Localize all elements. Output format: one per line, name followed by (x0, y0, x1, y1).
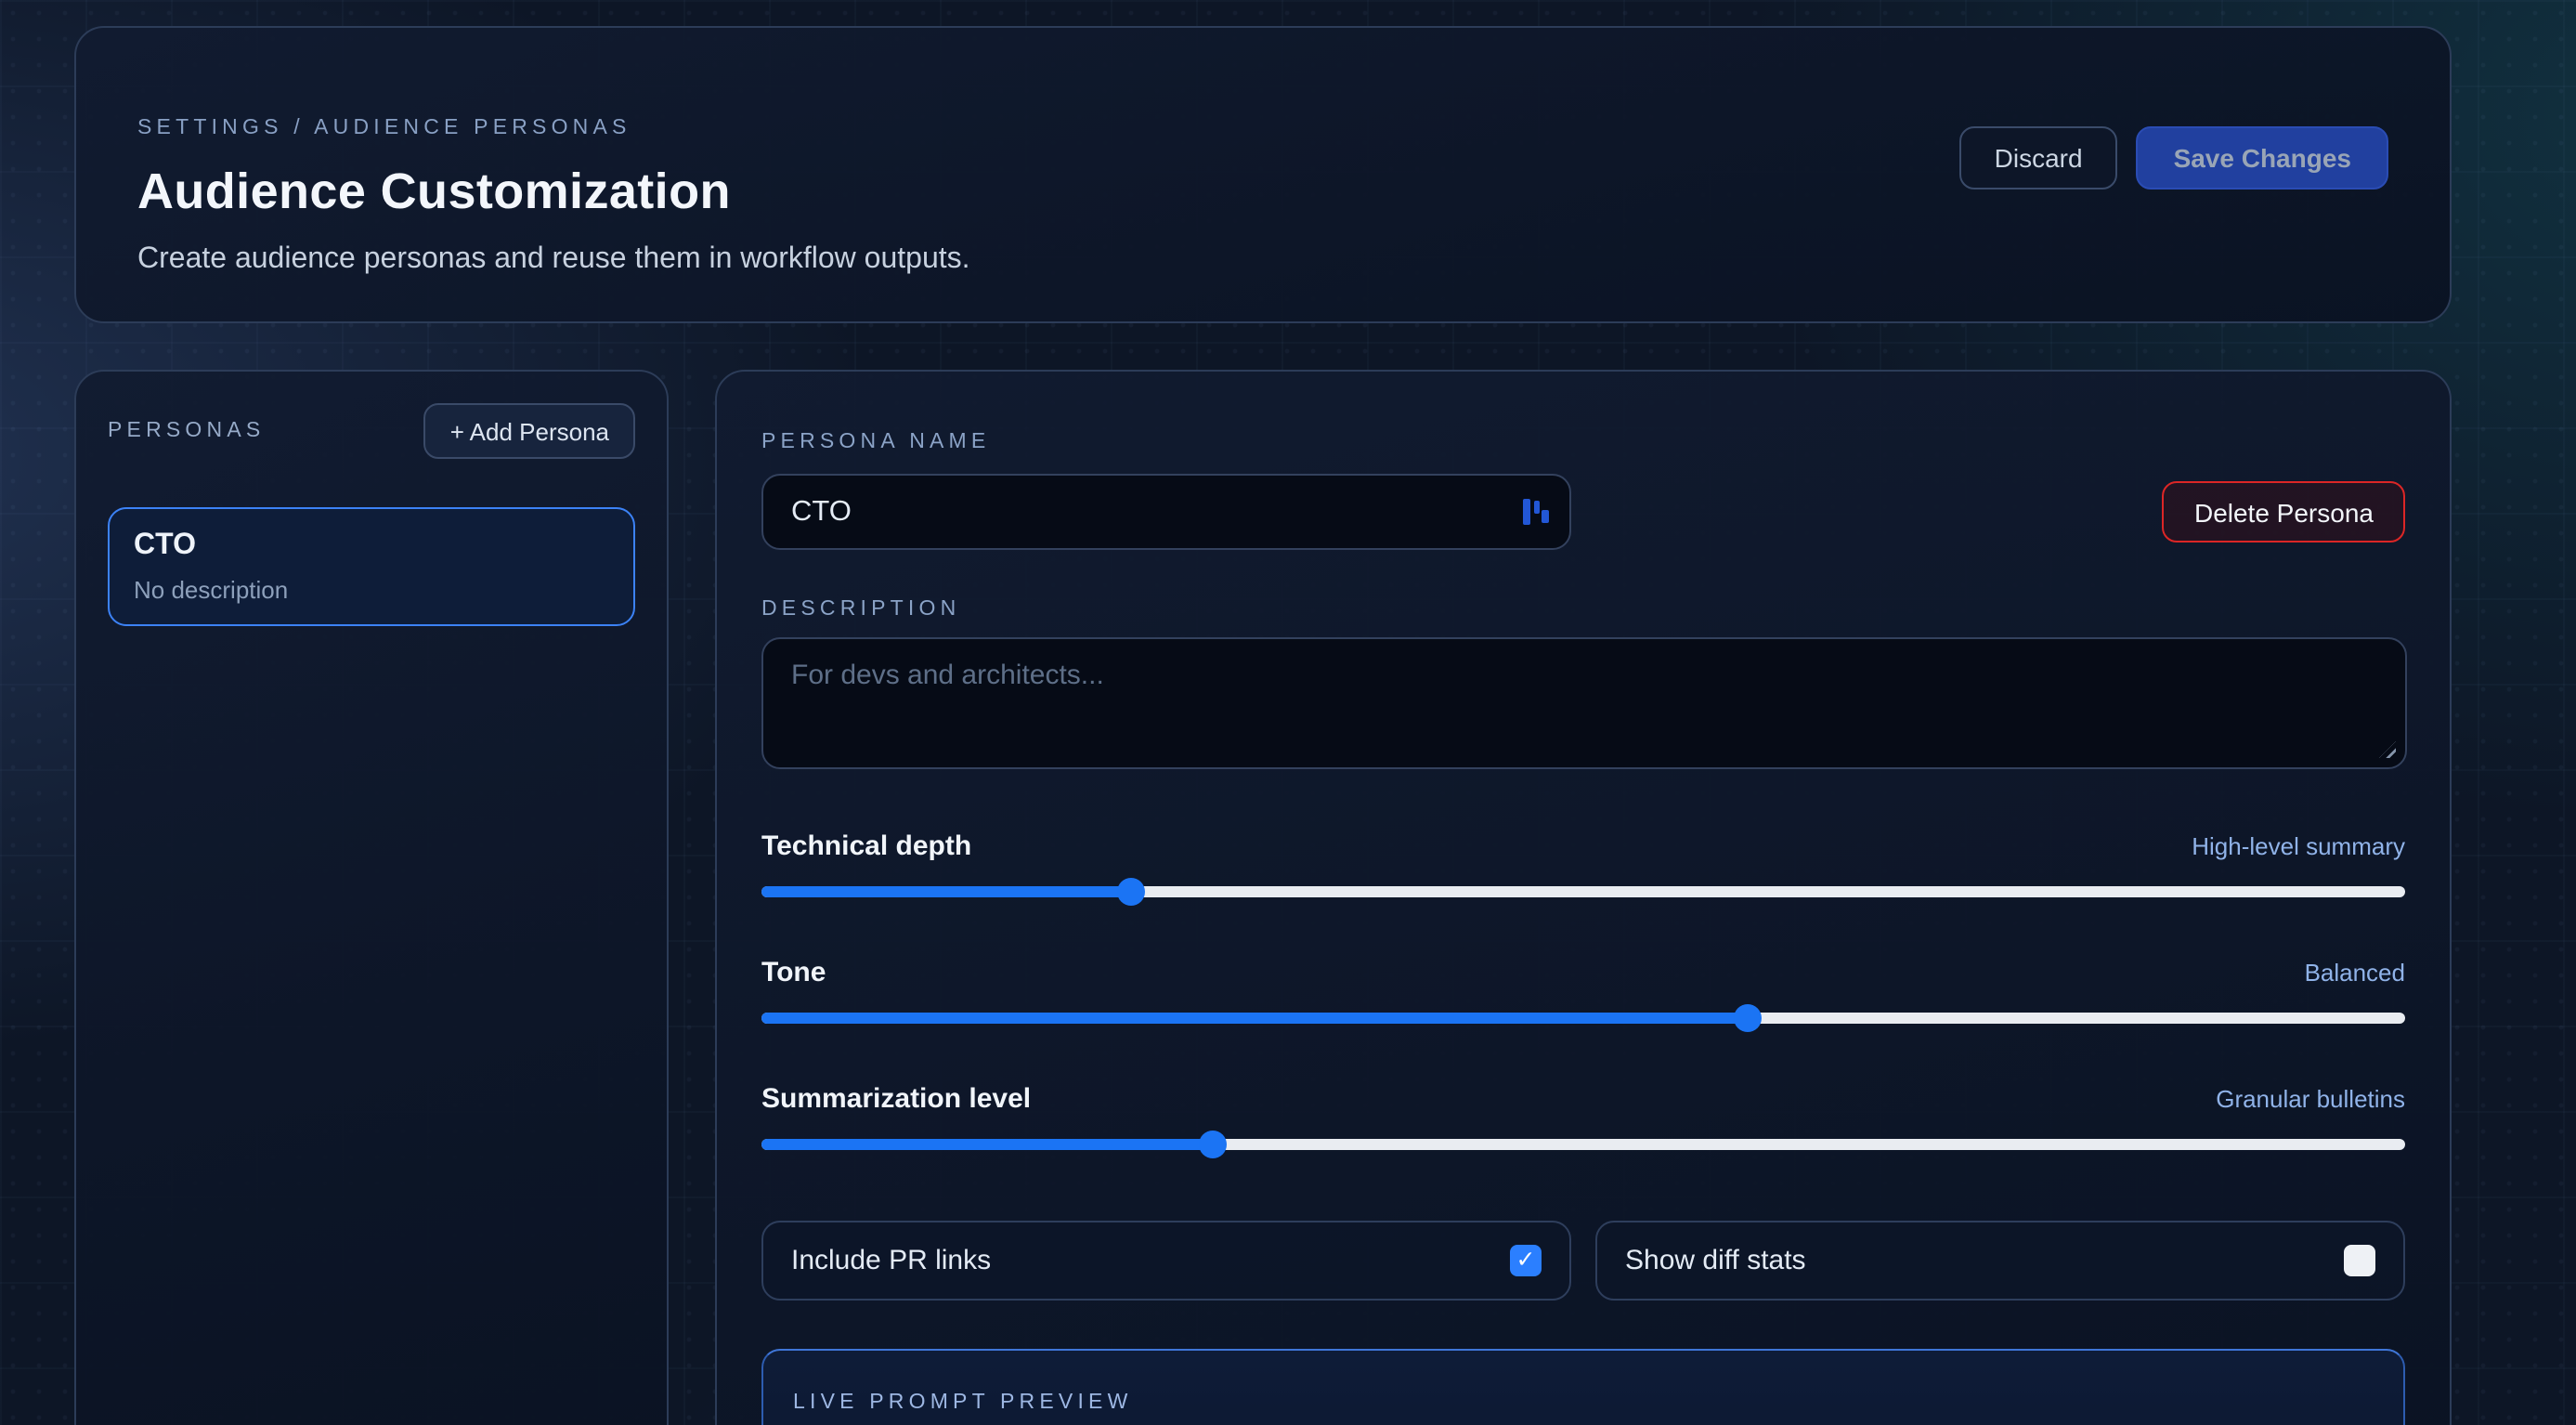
tone-value: Balanced (2305, 958, 2405, 986)
tone-label: Tone (761, 956, 826, 987)
technical-depth-slider-thumb[interactable] (1117, 878, 1145, 906)
technical-depth-slider-row: Technical depth High-level summary (761, 829, 2405, 897)
summarization-level-slider-row: Summarization level Granular bulletins (761, 1081, 2405, 1150)
description-textarea-wrap (761, 637, 2405, 769)
persona-name-label: PERSONA NAME (761, 431, 990, 453)
include-pr-links-toggle[interactable]: Include PR links (761, 1221, 1571, 1301)
autofill-extension-icon[interactable] (1523, 498, 1549, 526)
description-label: DESCRIPTION (761, 598, 2405, 621)
add-persona-button[interactable]: + Add Persona (424, 403, 635, 459)
tone-slider-row: Tone Balanced (761, 955, 2405, 1024)
discard-button[interactable]: Discard (1959, 126, 2118, 190)
page-subtitle: Create audience personas and reuse them … (137, 243, 2388, 277)
personas-header: PERSONAS + Add Persona (108, 403, 635, 459)
technical-depth-slider[interactable] (761, 886, 2405, 897)
live-prompt-preview-label: LIVE PROMPT PREVIEW (793, 1392, 1133, 1414)
tone-slider-thumb[interactable] (1734, 1004, 1762, 1032)
personas-title: PERSONAS (108, 420, 265, 442)
delete-persona-button[interactable]: Delete Persona (2163, 481, 2405, 543)
persona-editor-panel: PERSONA NAME Delete Persona DESCRIPTION … (715, 370, 2452, 1425)
summarization-level-label: Summarization level (761, 1082, 1031, 1114)
persona-list-item-cto[interactable]: CTO No description (108, 507, 635, 626)
include-pr-links-label: Include PR links (791, 1245, 991, 1276)
save-changes-button[interactable]: Save Changes (2137, 126, 2388, 190)
include-pr-links-checkbox[interactable] (1510, 1245, 1542, 1276)
persona-item-description: No description (134, 576, 609, 604)
tone-slider[interactable] (761, 1013, 2405, 1024)
toggle-row: Include PR links Show diff stats (761, 1221, 2405, 1301)
header-card: SETTINGS / AUDIENCE PERSONAS Audience Cu… (74, 26, 2452, 323)
summarization-level-slider-thumb[interactable] (1200, 1131, 1228, 1158)
show-diff-stats-checkbox[interactable] (2344, 1245, 2375, 1276)
summarization-level-slider[interactable] (761, 1139, 2405, 1150)
description-textarea[interactable] (761, 637, 2407, 769)
audience-customization-page: SETTINGS / AUDIENCE PERSONAS Audience Cu… (0, 0, 2576, 1425)
header-actions: Discard Save Changes (1959, 126, 2388, 190)
personas-panel: PERSONAS + Add Persona CTO No descriptio… (74, 370, 669, 1425)
persona-item-name: CTO (134, 529, 609, 563)
technical-depth-value: High-level summary (2192, 831, 2405, 859)
live-prompt-preview-card: LIVE PROMPT PREVIEW You are writing for … (761, 1349, 2405, 1425)
show-diff-stats-label: Show diff stats (1625, 1245, 1806, 1276)
summarization-level-value: Granular bulletins (2216, 1084, 2405, 1112)
persona-name-row: Delete Persona (761, 474, 2405, 550)
persona-name-input-wrap (761, 474, 1571, 550)
persona-name-input[interactable] (761, 474, 1571, 550)
show-diff-stats-toggle[interactable]: Show diff stats (1595, 1221, 2405, 1301)
technical-depth-label: Technical depth (761, 830, 971, 861)
